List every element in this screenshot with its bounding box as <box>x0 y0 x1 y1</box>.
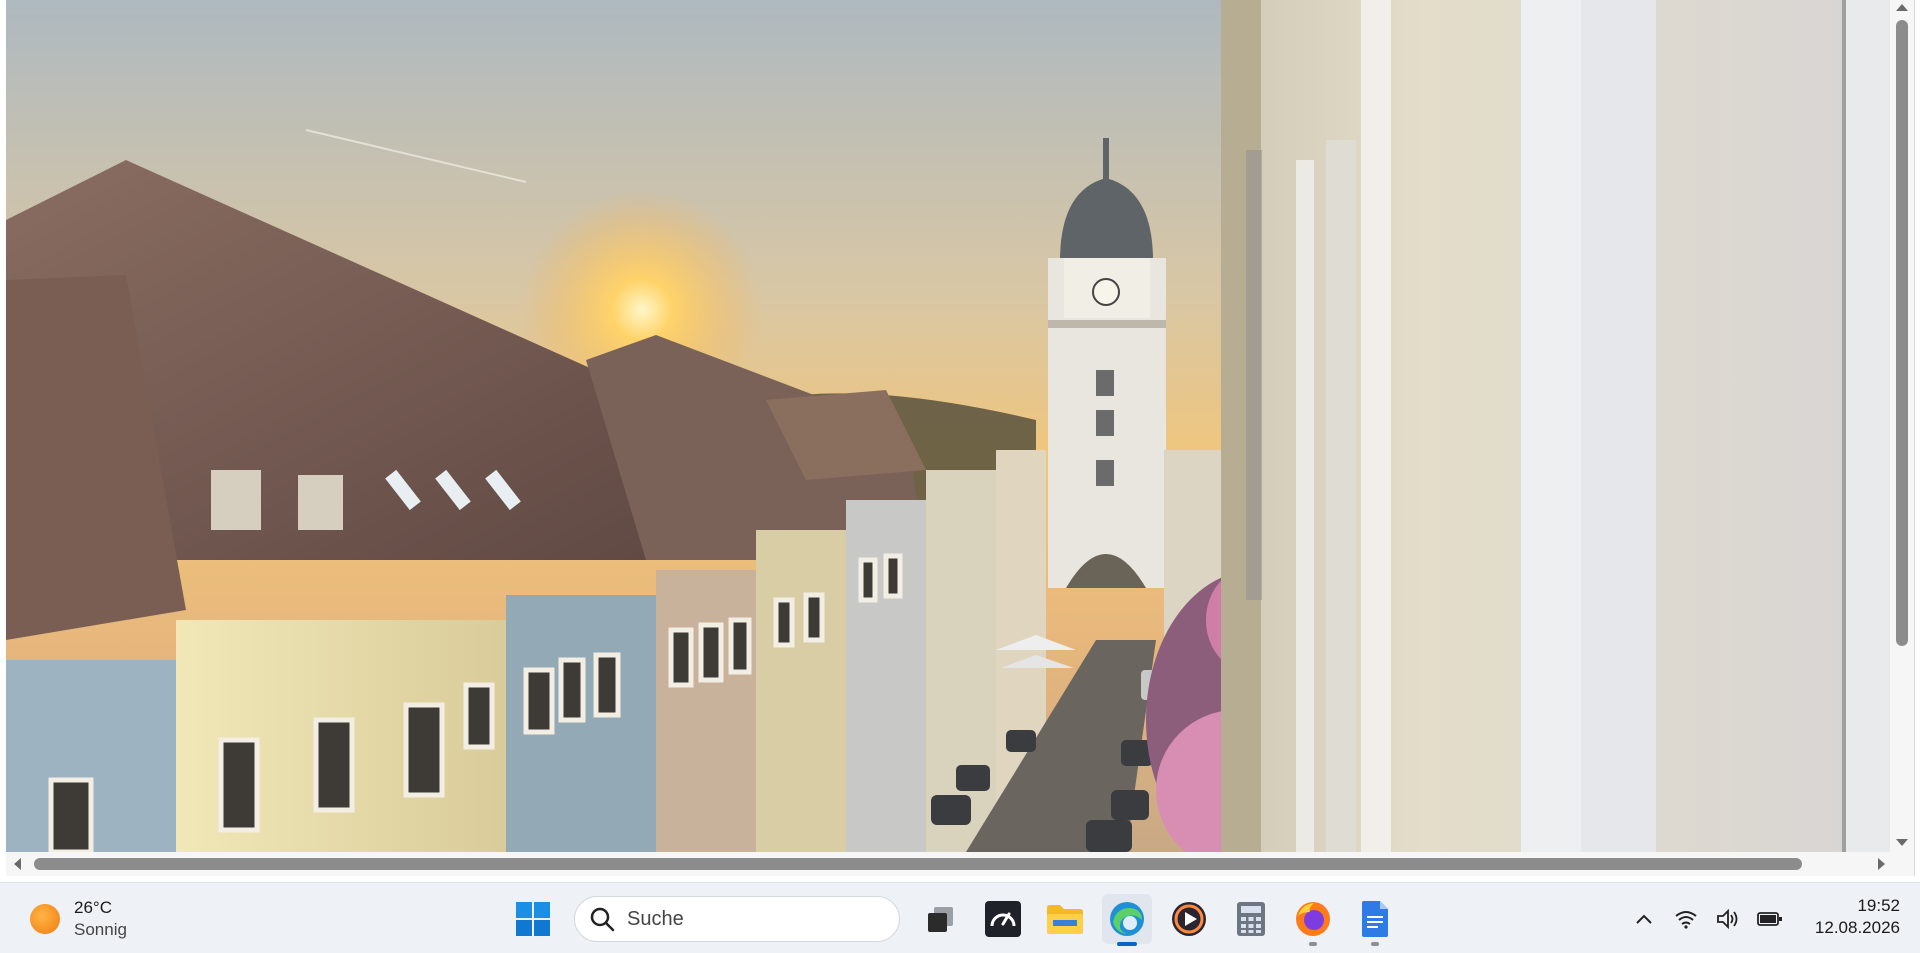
firefox-button[interactable] <box>1288 894 1338 946</box>
docs-app-button[interactable] <box>1350 894 1400 946</box>
file-explorer-button[interactable] <box>1040 894 1090 944</box>
chevron-up-icon <box>1636 914 1652 924</box>
sun-icon <box>30 904 60 934</box>
play-icon <box>1172 902 1206 936</box>
speaker-icon <box>1717 909 1738 929</box>
taskbar: 26°C Sonnig Suche 19:52 12.08.2026 <box>0 882 1920 953</box>
document-icon <box>1362 901 1388 937</box>
edge-browser-button[interactable] <box>1102 894 1152 946</box>
vertical-scrollbar[interactable] <box>1890 0 1914 852</box>
running-indicator <box>1309 942 1317 946</box>
clock-date: 12.08.2026 <box>1814 918 1900 937</box>
horizontal-scroll-thumb[interactable] <box>34 858 1802 870</box>
folder-icon <box>1047 905 1083 934</box>
task-view-icon <box>928 907 953 932</box>
scroll-right-arrow-icon[interactable] <box>1878 858 1885 870</box>
scroll-left-arrow-icon[interactable] <box>14 858 21 870</box>
show-hidden-icons-button[interactable] <box>1630 905 1658 933</box>
running-indicator <box>1371 942 1379 946</box>
task-view-button[interactable] <box>916 894 966 944</box>
search-placeholder: Suche <box>627 907 684 930</box>
scroll-up-arrow-icon[interactable] <box>1896 4 1908 11</box>
firefox-icon <box>1296 902 1330 936</box>
active-indicator <box>1117 942 1137 946</box>
clock-time: 19:52 <box>1857 896 1900 915</box>
scroll-down-arrow-icon[interactable] <box>1896 839 1908 846</box>
vertical-scroll-thumb[interactable] <box>1896 20 1908 646</box>
calculator-icon <box>1237 902 1265 936</box>
windows-logo-icon <box>516 902 550 936</box>
edge-icon <box>1110 902 1144 936</box>
taskbar-apps: Suche <box>508 891 1400 947</box>
search-icon <box>590 907 615 932</box>
weather-widget[interactable]: 26°C Sonnig <box>30 895 127 943</box>
taskbar-search-box[interactable]: Suche <box>574 896 900 942</box>
system-tray <box>1630 895 1784 943</box>
media-player-button[interactable] <box>1164 894 1214 944</box>
weather-condition: Sonnig <box>74 920 127 939</box>
weather-temperature: 26°C <box>74 898 112 917</box>
calculator-button[interactable] <box>1226 894 1276 944</box>
clock[interactable]: 19:52 12.08.2026 <box>1790 895 1900 939</box>
volume-button[interactable] <box>1714 905 1742 933</box>
battery-button[interactable] <box>1756 905 1784 933</box>
speedtest-app-button[interactable] <box>978 894 1028 944</box>
webcam-image <box>6 0 1890 852</box>
window-frame-right <box>1914 0 1920 876</box>
wifi-icon <box>1675 911 1697 929</box>
horizontal-scrollbar[interactable] <box>6 852 1914 876</box>
start-button[interactable] <box>508 894 558 944</box>
battery-icon <box>1757 912 1782 926</box>
network-button[interactable] <box>1672 905 1700 933</box>
speedometer-icon <box>985 901 1021 937</box>
